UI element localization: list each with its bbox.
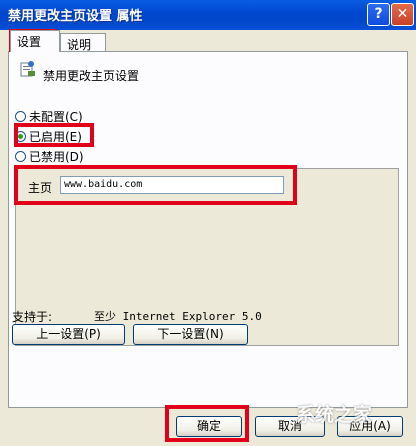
radio-disabled[interactable]: 已禁用(D): [15, 148, 84, 164]
policy-title: 禁用更改主页设置: [43, 69, 140, 83]
radio-disabled-circle[interactable]: [15, 150, 26, 162]
support-label: 支持于:: [12, 310, 53, 324]
title-bar[interactable]: 禁用更改主页设置 属性 ? ✕: [0, 0, 416, 30]
window-title: 禁用更改主页设置 属性: [8, 9, 143, 24]
tab-strip: 说明 设置: [8, 30, 408, 52]
support-value: 至少 Internet Explorer 5.0: [94, 310, 262, 323]
next-setting-button[interactable]: 下一设置(N): [133, 324, 248, 345]
close-button[interactable]: ✕: [391, 3, 414, 26]
highlight-homepage-field: [14, 165, 297, 205]
watermark-logo: 系统之家: [296, 404, 373, 426]
radio-not-configured[interactable]: 未配置(C): [15, 108, 83, 124]
radio-disabled-label: 已禁用(D): [29, 149, 84, 164]
tab-settings[interactable]: 设置: [10, 30, 60, 52]
radio-not-configured-circle[interactable]: [15, 110, 26, 122]
help-button[interactable]: ?: [367, 3, 390, 26]
policy-icon: [20, 61, 35, 77]
settings-panel: 禁用更改主页设置 未配置(C) 已启用(E) 已禁用(D) 主页 www.bai…: [8, 51, 408, 408]
previous-setting-button[interactable]: 上一设置(P): [12, 324, 125, 345]
properties-dialog: 禁用更改主页设置 属性 ? ✕ 说明 设置 禁用更改主页设置 未配置(C) 已启…: [0, 0, 416, 446]
highlight-enabled-option: [14, 123, 94, 147]
tab-explain[interactable]: 说明: [60, 33, 106, 52]
radio-not-configured-label: 未配置(C): [29, 109, 83, 124]
highlight-ok-button: [165, 405, 249, 442]
